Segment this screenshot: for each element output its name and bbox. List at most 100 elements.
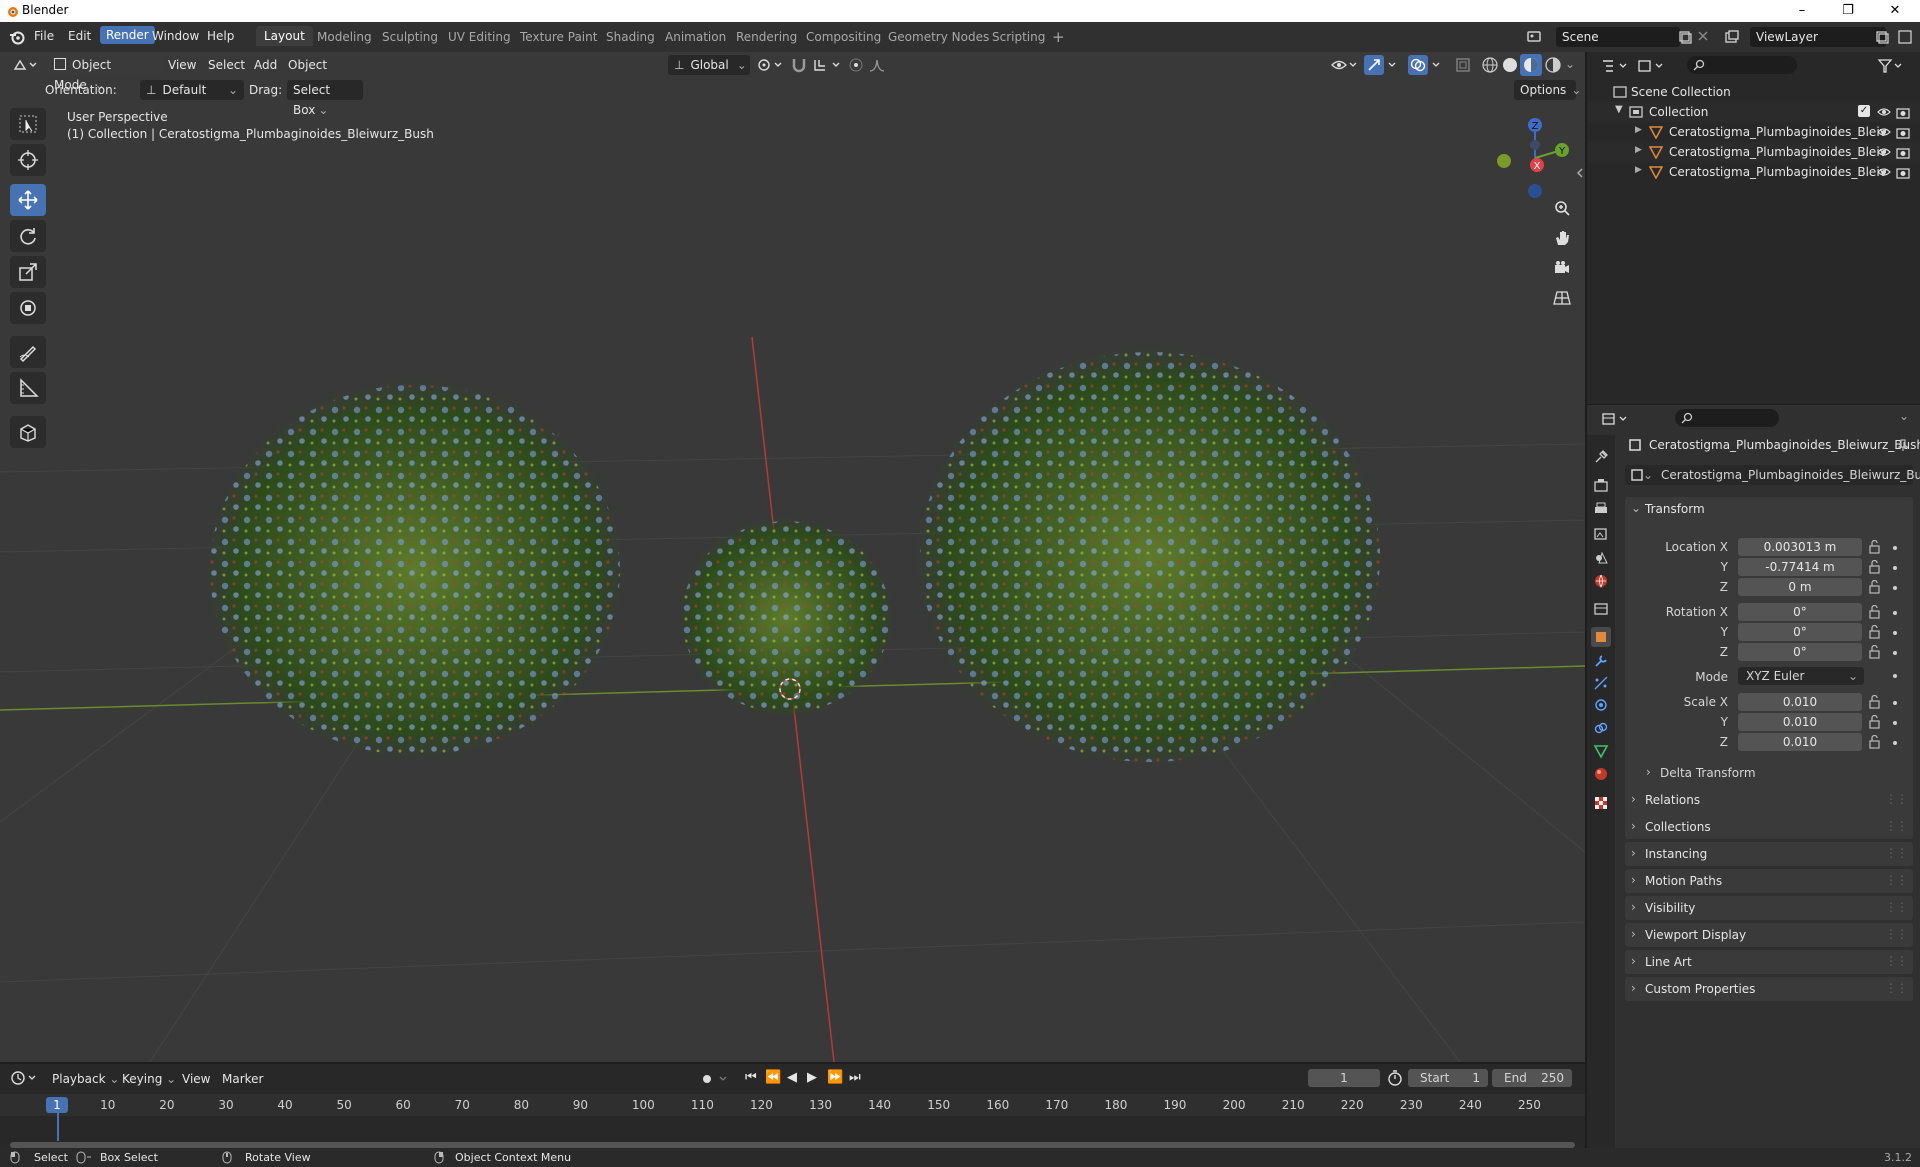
- annotate-tool[interactable]: [10, 336, 46, 368]
- outliner-editor[interactable]: Scene Collection ▼ Collection ✓ ▶ Cerato…: [1587, 52, 1920, 404]
- zoom-view-button[interactable]: [1548, 194, 1576, 222]
- menu-add[interactable]: Add: [254, 58, 277, 72]
- transform-panel-header[interactable]: ⌄ Transform: [1625, 497, 1913, 521]
- perspective-toggle-button[interactable]: [1548, 284, 1576, 312]
- start-frame-field[interactable]: Start 1: [1408, 1069, 1488, 1087]
- auto-keying-icon[interactable]: [700, 1072, 730, 1086]
- outliner-object-row[interactable]: ▶ Ceratostigma_Plumbaginoides_Bleiv: [1587, 142, 1920, 162]
- playhead-frame-badge[interactable]: 1: [46, 1097, 68, 1113]
- camera-render-icon[interactable]: [1896, 145, 1910, 159]
- gizmo-toggle-icon[interactable]: [1364, 55, 1400, 75]
- measure-tool[interactable]: [10, 372, 46, 404]
- drag-handle-icon[interactable]: ⋮⋮: [1885, 954, 1908, 968]
- maximize-button[interactable]: ❐: [1825, 0, 1871, 22]
- tab-animation[interactable]: Animation: [665, 30, 726, 44]
- unlock-icon[interactable]: [1868, 540, 1882, 554]
- expand-down-icon[interactable]: ▼: [1615, 104, 1623, 115]
- add-cube-tool[interactable]: [10, 416, 46, 448]
- tab-compositing[interactable]: Compositing: [806, 30, 881, 44]
- prev-keyframe-icon[interactable]: ⏪: [765, 1070, 781, 1085]
- menu-object[interactable]: Object: [288, 58, 327, 72]
- expand-right-icon[interactable]: ▶: [1635, 125, 1642, 135]
- shading-options-chevron-icon[interactable]: ⌄: [1565, 57, 1575, 71]
- properties-options-chevron-icon[interactable]: ⌄: [1899, 409, 1909, 423]
- scale-tool[interactable]: [10, 256, 46, 288]
- tab-tool[interactable]: [1591, 447, 1611, 467]
- add-workspace-button[interactable]: +: [1052, 28, 1065, 46]
- transform-tool[interactable]: [10, 292, 46, 324]
- eye-icon[interactable]: [1877, 166, 1891, 178]
- menu-render[interactable]: Render: [100, 26, 155, 44]
- keyframe-dot-icon[interactable]: [1893, 546, 1897, 550]
- rotation-mode-dropdown[interactable]: XYZ Euler ⌄: [1738, 667, 1864, 685]
- collection-row[interactable]: ▼ Collection ✓: [1587, 102, 1920, 122]
- rotation-y-field[interactable]: 0°: [1738, 623, 1862, 641]
- drag-handle-icon[interactable]: ⋮⋮: [1885, 846, 1908, 860]
- overlays-toggle-icon[interactable]: [1408, 55, 1444, 75]
- eye-icon[interactable]: [1877, 126, 1891, 138]
- minimize-button[interactable]: –: [1779, 0, 1825, 22]
- new-view-layer-icon[interactable]: [1875, 30, 1889, 44]
- menu-keying[interactable]: Keying ⌄: [122, 1072, 176, 1086]
- camera-render-icon[interactable]: [1896, 165, 1910, 179]
- properties-search-input[interactable]: [1675, 409, 1779, 427]
- material-preview-shading-icon[interactable]: [1520, 54, 1542, 76]
- snap-magnet-icon[interactable]: [790, 56, 808, 74]
- tab-scripting[interactable]: Scripting: [992, 30, 1045, 44]
- panel-line-art[interactable]: › Line Art ⋮⋮: [1625, 950, 1913, 974]
- panel-viewport-display[interactable]: › Viewport Display ⋮⋮: [1625, 923, 1913, 947]
- move-tool[interactable]: [10, 184, 46, 216]
- menu-view[interactable]: View: [168, 58, 196, 72]
- keyframe-dot-icon[interactable]: [1893, 701, 1897, 705]
- drag-dropdown[interactable]: Select Box ⌄: [287, 80, 363, 117]
- camera-render-icon[interactable]: [1896, 105, 1910, 119]
- jump-end-icon[interactable]: ⏭: [849, 1070, 861, 1085]
- menu-select[interactable]: Select: [208, 58, 245, 72]
- menu-timeline-view[interactable]: View: [182, 1072, 210, 1086]
- pivot-point-icon[interactable]: [756, 57, 784, 73]
- keyframe-dot-icon[interactable]: [1893, 611, 1897, 615]
- drag-handle-icon[interactable]: ⋮⋮: [1885, 900, 1908, 914]
- drag-handle-icon[interactable]: ⋮⋮: [1885, 981, 1908, 995]
- scale-x-field[interactable]: 0.010: [1738, 693, 1862, 711]
- tab-texture-paint[interactable]: Texture Paint: [520, 30, 597, 44]
- display-mode-icon[interactable]: [1637, 58, 1665, 74]
- options-dropdown[interactable]: Options ⌄: [1514, 80, 1581, 100]
- tab-geometry-nodes[interactable]: Geometry Nodes: [888, 30, 989, 44]
- proportional-edit-icon[interactable]: [848, 57, 864, 73]
- panel-custom-properties[interactable]: › Custom Properties ⋮⋮: [1625, 977, 1913, 1001]
- unlock-icon[interactable]: [1868, 715, 1882, 729]
- eye-icon[interactable]: [1877, 106, 1891, 118]
- outliner-object-row[interactable]: ▶ Ceratostigma_Plumbaginoides_Bleiv: [1587, 162, 1920, 182]
- camera-render-icon[interactable]: [1896, 125, 1910, 139]
- solid-shading-icon[interactable]: [1500, 55, 1520, 75]
- keyframe-dot-icon[interactable]: [1893, 651, 1897, 655]
- new-scene-icon[interactable]: [1678, 30, 1692, 44]
- tab-layout[interactable]: Layout: [256, 26, 313, 46]
- camera-view-button[interactable]: [1548, 254, 1576, 282]
- rotate-tool[interactable]: [10, 220, 46, 252]
- stopwatch-icon[interactable]: [1387, 1070, 1403, 1086]
- visibility-eye-icon[interactable]: [1330, 56, 1358, 74]
- xray-toggle-icon[interactable]: [1454, 56, 1472, 74]
- scale-z-field[interactable]: 0.010: [1738, 733, 1862, 751]
- keyframe-dot-icon[interactable]: [1893, 631, 1897, 635]
- tab-shading[interactable]: Shading: [606, 30, 655, 44]
- scale-y-field[interactable]: 0.010: [1738, 713, 1862, 731]
- next-keyframe-icon[interactable]: ⏩: [827, 1070, 843, 1085]
- unlock-icon[interactable]: [1868, 735, 1882, 749]
- keyframe-dot-icon[interactable]: [1893, 741, 1897, 745]
- drag-handle-icon[interactable]: ⋮⋮: [1885, 819, 1908, 833]
- panel-instancing[interactable]: › Instancing ⋮⋮: [1625, 842, 1913, 866]
- play-icon[interactable]: ▶: [807, 1070, 817, 1085]
- blender-menu-icon[interactable]: [9, 29, 25, 45]
- panel-collections[interactable]: › Collections ⋮⋮: [1625, 815, 1913, 839]
- close-button[interactable]: ✕: [1872, 0, 1918, 22]
- select-box-tool[interactable]: [10, 108, 46, 140]
- object-datablock-field[interactable]: ⌄ Ceratostigma_Plumbaginoides_Bleiwurz_B…: [1625, 465, 1920, 485]
- drag-handle-icon[interactable]: ⋮⋮: [1885, 873, 1908, 887]
- sidebar-toggle-chevron-icon[interactable]: [1576, 167, 1584, 179]
- end-frame-field[interactable]: End 250: [1492, 1069, 1572, 1087]
- tab-uv-editing[interactable]: UV Editing: [448, 30, 511, 44]
- outliner-object-row[interactable]: ▶ Ceratostigma_Plumbaginoides_Bleiv: [1587, 122, 1920, 142]
